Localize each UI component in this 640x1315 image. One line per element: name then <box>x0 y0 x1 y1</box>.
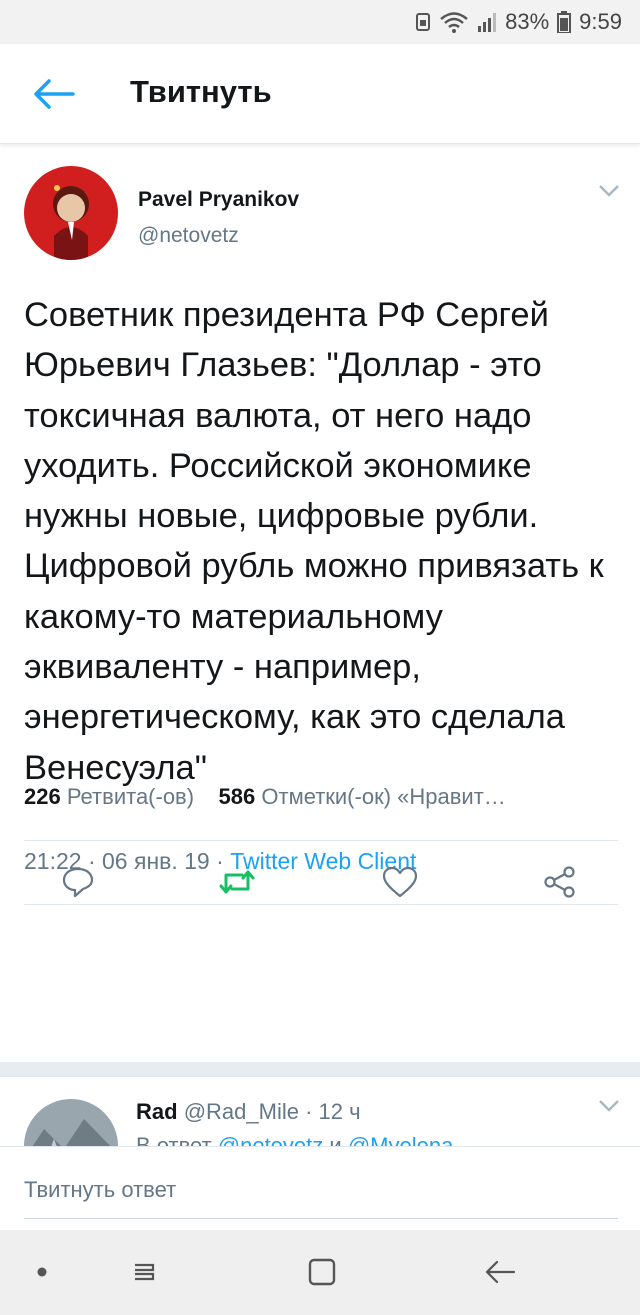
reply-context: В ответ @netovetz и @Myelena <box>136 1133 453 1146</box>
likes-label: Отметки(-ок) «Нравит… <box>261 784 506 809</box>
battery-icon <box>557 11 572 33</box>
sim-icon <box>415 12 431 32</box>
likes-count: 586 <box>218 784 256 809</box>
tweet-text: Советник президента РФ Сергей Юрьевич Гл… <box>24 296 604 787</box>
retweet-icon <box>218 867 256 902</box>
signal-icon <box>477 12 497 32</box>
reply-author-name[interactable]: Rad <box>136 1099 178 1124</box>
reply-preview[interactable]: Rad @Rad_Mile · 12 ч В ответ @netovetz и… <box>0 1076 640 1146</box>
retweets-stat[interactable]: 226 Ретвита(-ов) <box>24 784 194 809</box>
clock: 9:59 <box>579 9 622 34</box>
recents-button[interactable] <box>120 1250 168 1298</box>
like-icon <box>382 866 418 903</box>
dot-button[interactable] <box>18 1250 66 1298</box>
mention-link[interactable]: @netovetz <box>218 1133 324 1146</box>
reply-prefix: В ответ <box>136 1133 212 1146</box>
dot-icon <box>36 1265 48 1283</box>
likes-stat[interactable]: 586 Отметки(-ок) «Нравит… <box>219 784 506 809</box>
battery-level: 83% <box>505 9 550 34</box>
page-title: Твитнуть <box>130 74 272 109</box>
author-handle[interactable]: @netovetz <box>138 224 239 248</box>
home-icon <box>307 1257 337 1292</box>
wifi-icon <box>439 11 469 33</box>
status-bar: 83% 9:59 <box>0 0 640 44</box>
avatar[interactable] <box>24 166 118 260</box>
reply-button[interactable] <box>58 864 98 904</box>
system-nav-bar <box>0 1230 640 1315</box>
section-separator <box>0 1062 640 1076</box>
chevron-down-icon[interactable] <box>598 1099 620 1118</box>
reply-input[interactable]: Твитнуть ответ <box>24 1161 618 1219</box>
mention-link[interactable]: @Myelena <box>348 1133 454 1146</box>
reply-age: · 12 ч <box>305 1099 361 1124</box>
reply-header: Rad @Rad_Mile · 12 ч <box>136 1099 361 1125</box>
recents-icon <box>127 1259 161 1290</box>
reply-avatar[interactable] <box>24 1099 118 1146</box>
back-icon <box>484 1259 516 1290</box>
retweets-count: 226 <box>24 784 61 809</box>
reply-author-handle[interactable]: @Rad_Mile <box>184 1099 299 1124</box>
system-back-button[interactable] <box>476 1250 524 1298</box>
share-icon <box>543 865 577 904</box>
home-button[interactable] <box>298 1250 346 1298</box>
like-button[interactable] <box>380 864 420 904</box>
retweets-label: Ретвита(-ов) <box>66 784 195 809</box>
back-button[interactable] <box>30 72 78 120</box>
reply-icon <box>61 865 95 904</box>
share-button[interactable] <box>540 864 580 904</box>
reply-compose-bar: Твитнуть ответ <box>0 1146 640 1230</box>
reply-conj: и <box>329 1133 342 1146</box>
retweet-button[interactable] <box>217 864 257 904</box>
tweet-actions <box>0 850 640 916</box>
status-icons: 83% 9:59 <box>415 8 622 36</box>
author-name[interactable]: Pavel Pryanikov <box>138 188 299 212</box>
app-header: Твитнуть <box>0 44 640 144</box>
divider <box>24 840 618 841</box>
chevron-down-icon[interactable] <box>598 184 620 203</box>
tweet-stats: 226 Ретвита(-ов) 586 Отметки(-ок) «Нрави… <box>24 784 624 810</box>
arrow-left-icon <box>33 78 75 115</box>
